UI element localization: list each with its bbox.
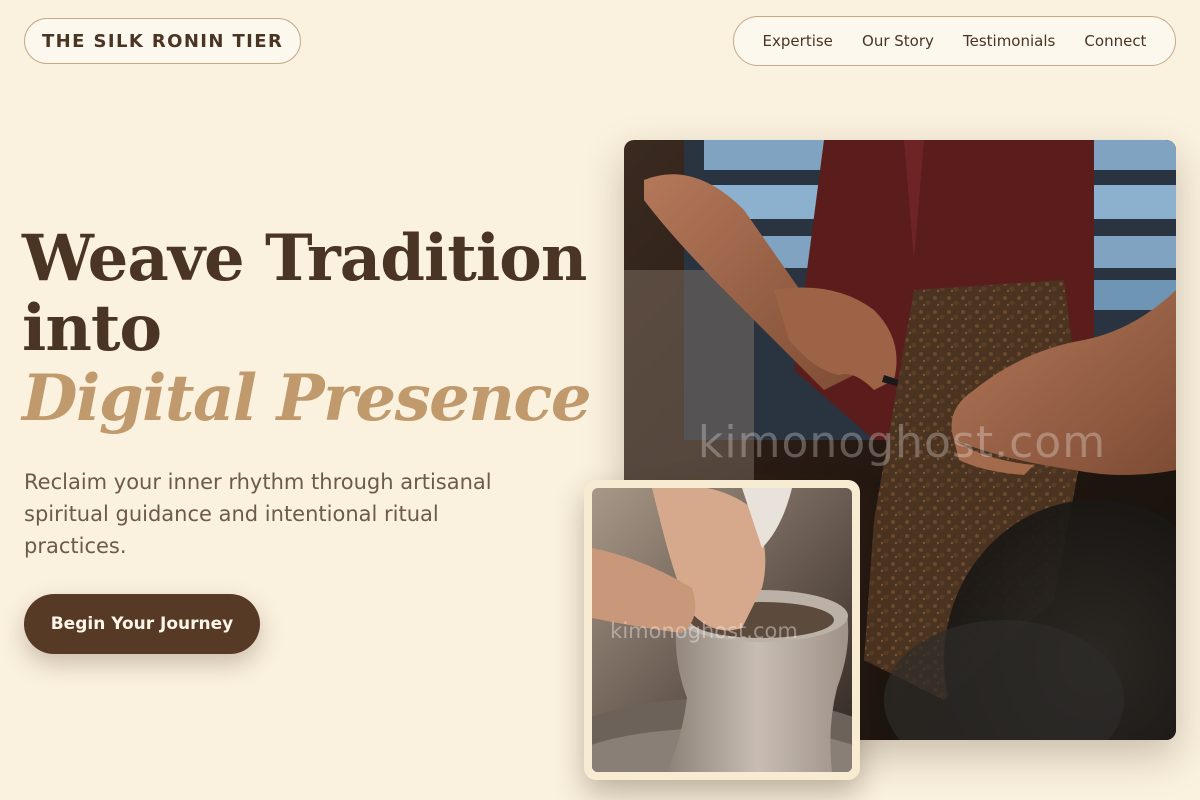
hero-headline: Weave Tradition into Digital Presence xyxy=(22,221,592,436)
nav-item-our-story[interactable]: Our Story xyxy=(862,32,934,50)
begin-journey-button[interactable]: Begin Your Journey xyxy=(24,594,260,654)
nav-item-testimonials[interactable]: Testimonials xyxy=(963,32,1055,50)
nav-item-connect[interactable]: Connect xyxy=(1084,32,1146,50)
headline-accent: Digital Presence xyxy=(22,361,592,436)
brand-logo[interactable]: THE SILK RONIN TIER xyxy=(24,18,302,64)
photo-watermark: kimonoghost.com xyxy=(698,417,1106,468)
headline-line-1: Weave Tradition xyxy=(22,221,587,296)
hero-subtitle: Reclaim your inner rhythm through artisa… xyxy=(24,470,492,558)
nav-item-expertise[interactable]: Expertise xyxy=(763,32,833,50)
pottery-photo: kimonoghost.com xyxy=(592,488,852,772)
headline-line-2: into xyxy=(22,291,162,366)
pottery-photo-illustration: kimonoghost.com xyxy=(592,488,852,772)
main-nav: Expertise Our Story Testimonials Connect xyxy=(733,16,1176,66)
inset-watermark: kimonoghost.com xyxy=(610,619,798,643)
pottery-photo-frame: kimonoghost.com xyxy=(584,480,860,780)
landing-page: THE SILK RONIN TIER Expertise Our Story … xyxy=(0,0,1200,800)
